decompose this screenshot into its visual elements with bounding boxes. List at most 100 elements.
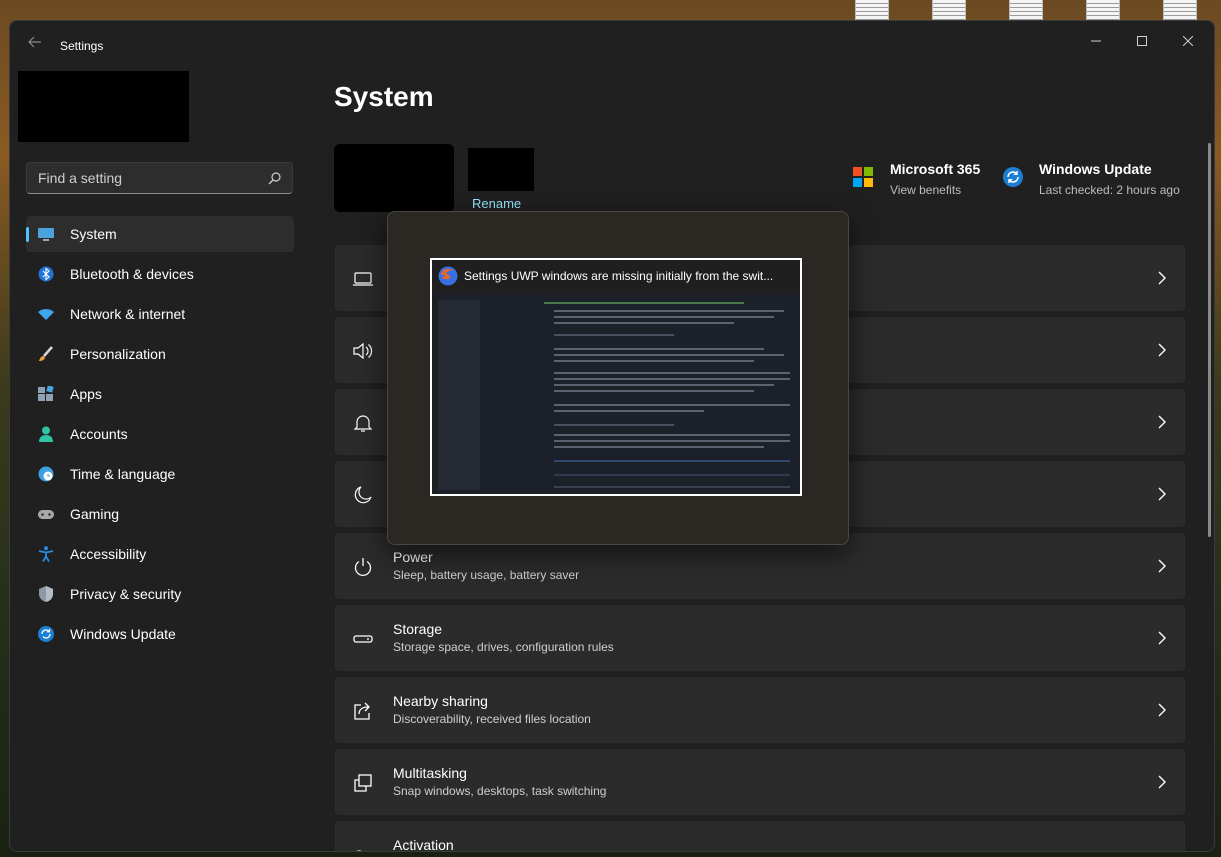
sidebar-item-label: Bluetooth & devices [70,266,194,282]
sidebar-item-label: Windows Update [70,626,176,642]
switcher-window-thumbnail[interactable]: Settings UWP windows are missing initial… [430,258,802,496]
device-image-redacted [334,144,454,212]
storage-icon [353,635,373,643]
promo-title: Microsoft 365 [890,161,981,177]
sidebar-nav: System Bluetooth & devices Network & int… [26,216,294,656]
desktop-file-icon[interactable] [932,0,966,21]
thumbnail-title: Settings UWP windows are missing initial… [464,269,774,283]
sidebar-item-system[interactable]: System [26,216,294,252]
search-icon[interactable] [268,171,282,185]
desktop-file-icon[interactable] [1009,0,1043,21]
chevron-right-icon [1158,631,1166,645]
sidebar-item-accounts[interactable]: Accounts [26,416,294,452]
thumbnail-header: Settings UWP windows are missing initial… [438,266,794,286]
preview-content [484,294,800,494]
window-switcher: Settings UWP windows are missing initial… [387,211,849,545]
sidebar-item-label: Apps [70,386,102,402]
chevron-right-icon [1158,775,1166,789]
maximize-button[interactable] [1122,29,1162,53]
accessibility-icon [38,546,54,562]
monitor-icon [38,228,54,241]
update-icon [38,626,54,642]
sidebar-item-label: Network & internet [70,306,186,322]
sidebar-item-bluetooth[interactable]: Bluetooth & devices [26,256,294,292]
card-subtitle: Snap windows, desktops, task switching [393,784,607,798]
page-title: System [334,81,434,112]
sidebar-item-windows-update[interactable]: Windows Update [26,616,294,652]
chevron-right-icon [1158,703,1166,717]
card-title: Power [393,549,433,565]
card-title: Nearby sharing [393,693,488,709]
account-avatar-redacted[interactable] [18,71,189,142]
sidebar-item-time-language[interactable]: Time & language [26,456,294,492]
card-activation[interactable]: Activation [335,821,1185,852]
sidebar-item-label: Personalization [70,346,166,362]
app-title: Settings [60,39,104,53]
sidebar-item-privacy[interactable]: Privacy & security [26,576,294,612]
sidebar-item-personalization[interactable]: Personalization [26,336,294,372]
paintbrush-icon [39,346,53,361]
minimize-button[interactable] [1076,29,1116,53]
windows-update-promo[interactable]: Windows Update Last checked: 2 hours ago [1039,161,1180,197]
bluetooth-icon [38,266,54,282]
bell-icon [353,415,373,432]
close-icon [1182,35,1194,47]
card-title: Multitasking [393,765,467,781]
chevron-right-icon [1158,343,1166,357]
share-icon [354,702,370,720]
chevron-right-icon [1158,415,1166,429]
desktop-file-icon[interactable] [1163,0,1197,21]
device-name-redacted [468,148,534,191]
chevron-right-icon [1158,487,1166,501]
microsoft-365-logo-icon [853,167,873,187]
card-title: Activation [393,837,454,852]
sidebar-item-label: Gaming [70,506,120,522]
display-icon [353,272,373,286]
apps-icon [38,386,54,401]
wifi-icon [38,309,54,320]
card-subtitle: Storage space, drives, configuration rul… [393,640,614,654]
scrollbar[interactable] [1208,143,1211,537]
card-subtitle: Discoverability, received files location [393,712,591,726]
search-input[interactable]: Find a setting [38,170,122,186]
thumbnail-preview-image [436,294,800,494]
sidebar-item-network[interactable]: Network & internet [26,296,294,332]
power-icon [354,558,372,576]
firefox-icon [438,266,458,286]
search-box[interactable]: Find a setting [26,162,293,194]
card-multitasking[interactable]: Multitasking Snap windows, desktops, tas… [335,749,1185,815]
sidebar-item-apps[interactable]: Apps [26,376,294,412]
promo-subtitle: View benefits [890,183,962,197]
sidebar-item-accessibility[interactable]: Accessibility [26,536,294,572]
sidebar-item-label: Accounts [70,426,128,442]
desktop-icons [855,0,1197,21]
sidebar-item-label: System [70,226,117,242]
preview-sidebar [438,300,480,490]
shield-icon [39,586,53,602]
card-storage[interactable]: Storage Storage space, drives, configura… [335,605,1185,671]
windows-update-icon [1003,167,1023,187]
moon-icon [354,486,372,504]
gamepad-icon [38,510,54,519]
desktop-file-icon[interactable] [1086,0,1120,21]
promo-title: Windows Update [1039,161,1152,177]
rename-link[interactable]: Rename [472,196,521,211]
title-bar: Settings [10,21,1214,69]
back-button[interactable] [24,35,46,55]
globe-clock-icon [38,466,54,482]
multitask-icon [354,774,372,792]
key-icon [356,850,362,851]
desktop-file-icon[interactable] [855,0,889,21]
person-icon [39,426,53,442]
microsoft-365-promo[interactable]: Microsoft 365 View benefits [890,161,980,197]
card-title: Storage [393,621,443,637]
chevron-right-icon [1158,559,1166,573]
sidebar-item-label: Accessibility [70,546,147,562]
back-arrow-icon [28,36,41,48]
sidebar-item-gaming[interactable]: Gaming [26,496,294,532]
minimize-icon [1091,40,1101,42]
sidebar-item-label: Time & language [70,466,176,482]
card-nearby-sharing[interactable]: Nearby sharing Discoverability, received… [335,677,1185,743]
chevron-right-icon [1158,271,1166,285]
close-button[interactable] [1168,29,1208,53]
